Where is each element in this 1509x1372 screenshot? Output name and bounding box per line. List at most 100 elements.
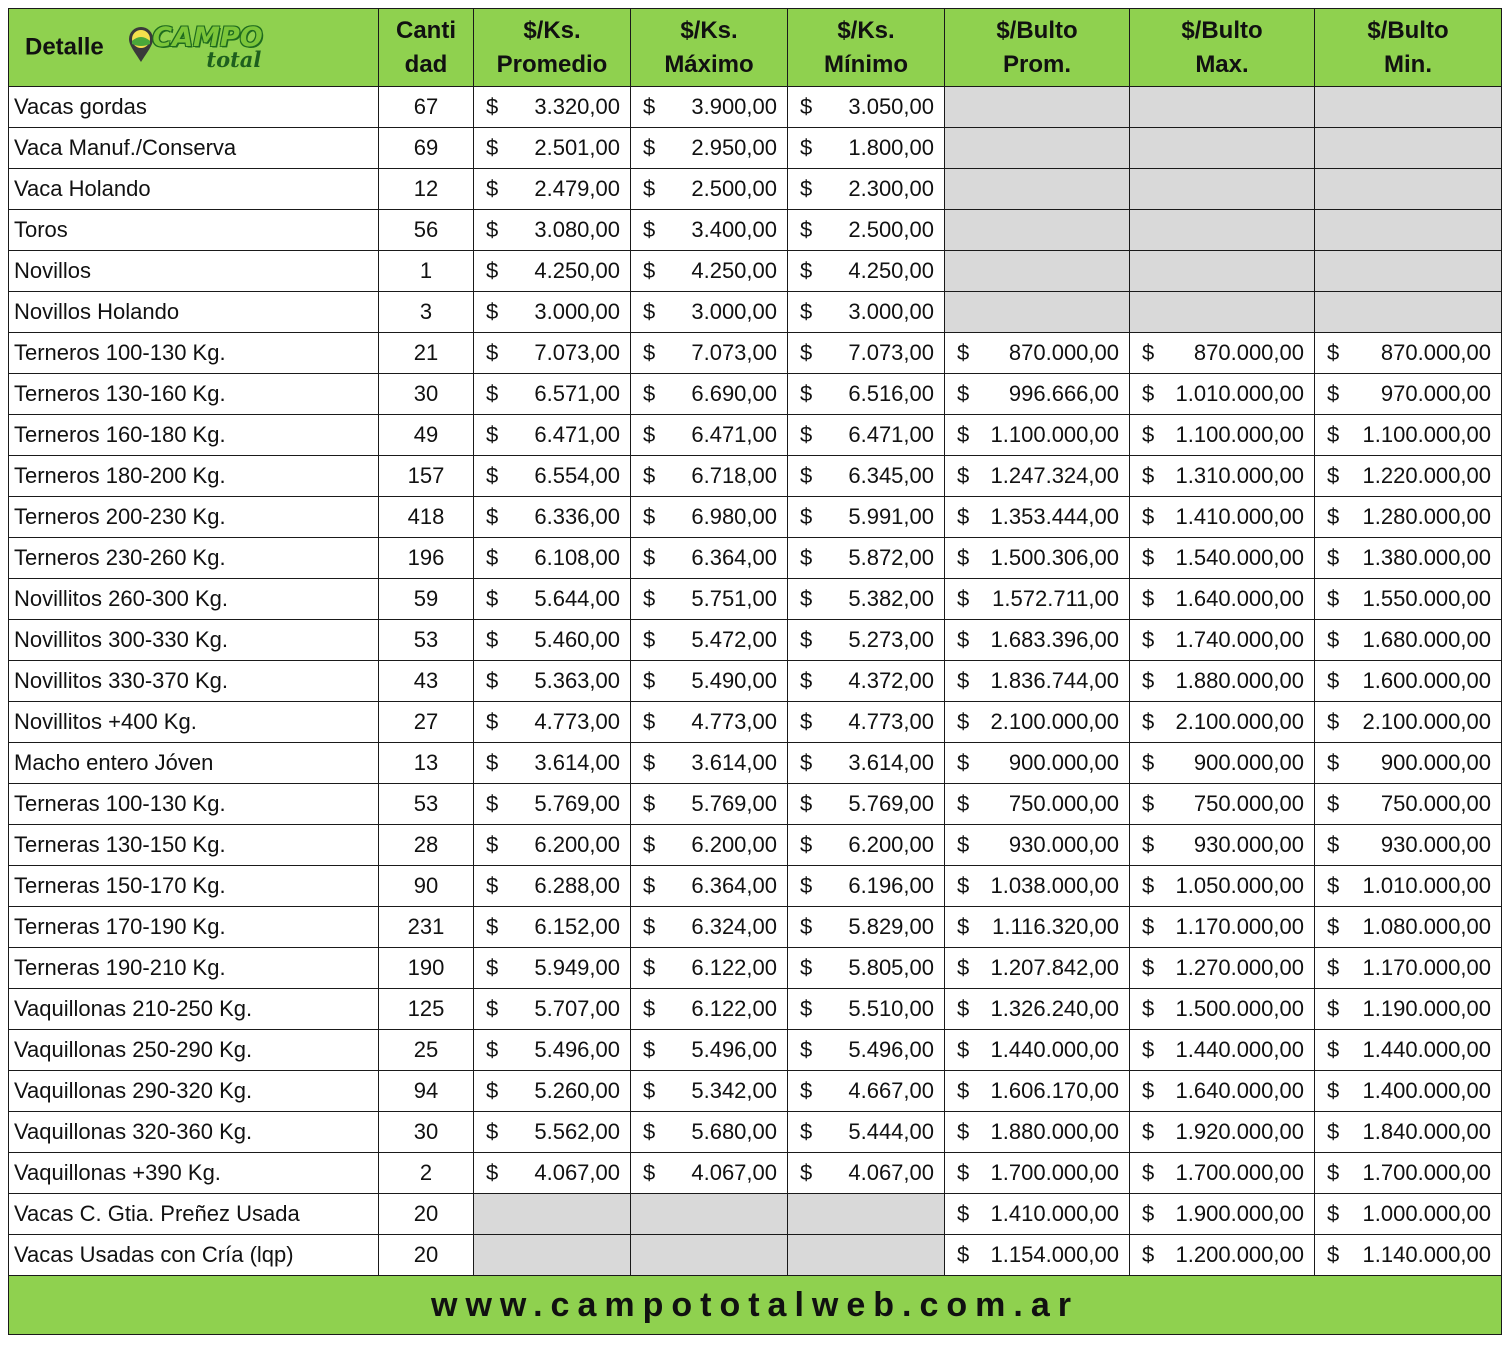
currency-symbol: $ (1142, 381, 1155, 406)
amount-value: 1.840.000,00 (1362, 1119, 1491, 1144)
currency-symbol: $ (486, 94, 499, 119)
cell-bulto-min: $1.080.000,00 (1314, 906, 1502, 948)
currency-symbol: $ (1142, 627, 1155, 652)
cell-bulto-max: $1.440.000,00 (1129, 1029, 1315, 1071)
cell-ks-minimo: $5.510,00 (787, 988, 945, 1030)
amount-value: 900.000,00 (1008, 750, 1119, 775)
currency-symbol: $ (643, 422, 656, 447)
table-row: Terneros 160-180 Kg. 49 $6.471,00 $6.471,00… (8, 414, 1502, 456)
amount-value: 3.900,00 (691, 94, 777, 119)
cell-ks-minimo: $3.000,00 (787, 291, 945, 333)
currency-symbol: $ (957, 832, 970, 857)
amount-value: 1.800,00 (848, 135, 934, 160)
cell-cantidad: 3 (378, 291, 474, 333)
cell-bulto-prom: $1.326.240,00 (944, 988, 1130, 1030)
currency-symbol: $ (1142, 1119, 1155, 1144)
currency-symbol: $ (486, 545, 499, 570)
currency-symbol: $ (1142, 791, 1155, 816)
cell-ks-minimo: $4.773,00 (787, 701, 945, 743)
amount-value: 4.773,00 (848, 709, 934, 734)
cell-ks-maximo: $4.250,00 (630, 250, 788, 292)
amount-value: 1.410.000,00 (990, 1201, 1119, 1226)
cell-detalle: Vacas Usadas con Cría (lqp) (8, 1234, 379, 1276)
currency-symbol: $ (1142, 996, 1155, 1021)
cell-bulto-max-empty (1129, 250, 1315, 292)
currency-symbol: $ (800, 709, 813, 734)
cell-cantidad: 28 (378, 824, 474, 866)
currency-symbol: $ (1327, 914, 1340, 939)
table-row: Terneras 190-210 Kg. 190 $5.949,00 $6.122,0… (8, 947, 1502, 989)
cell-ks-maximo: $6.364,00 (630, 865, 788, 907)
currency-symbol: $ (1142, 1201, 1155, 1226)
cell-ks-minimo: $5.382,00 (787, 578, 945, 620)
header-detalle-label: Detalle (25, 32, 104, 60)
cell-bulto-prom: $930.000,00 (944, 824, 1130, 866)
header-cantidad: Canti dad (378, 8, 474, 87)
header-bulto-min: $/Bulto Min. (1314, 8, 1502, 87)
currency-symbol: $ (1327, 1119, 1340, 1144)
amount-value: 2.100.000,00 (990, 709, 1119, 734)
cell-cantidad: 59 (378, 578, 474, 620)
amount-value: 1.010.000,00 (1175, 381, 1304, 406)
amount-value: 5.460,00 (534, 627, 620, 652)
cell-bulto-max: $930.000,00 (1129, 824, 1315, 866)
cell-bulto-prom: $1.207.842,00 (944, 947, 1130, 989)
cell-bulto-max: $750.000,00 (1129, 783, 1315, 825)
amount-value: 1.600.000,00 (1362, 668, 1491, 693)
cell-bulto-max-empty (1129, 86, 1315, 128)
table-row: Novillitos 260-300 Kg. 59 $5.644,00 $5.751,… (8, 578, 1502, 620)
cell-cantidad: 12 (378, 168, 474, 210)
amount-value: 6.200,00 (848, 832, 934, 857)
cell-detalle: Novillos Holando (8, 291, 379, 333)
cell-bulto-min-empty (1314, 168, 1502, 210)
table-row: Terneras 150-170 Kg. 90 $6.288,00 $6.364,00… (8, 865, 1502, 907)
amount-value: 3.614,00 (848, 750, 934, 775)
table-row: Vaquillonas +390 Kg. 2 $4.067,00 $4.067,00 $… (8, 1152, 1502, 1194)
amount-value: 1.170.000,00 (1362, 955, 1491, 980)
cell-ks-minimo: $1.800,00 (787, 127, 945, 169)
cell-ks-minimo: $6.471,00 (787, 414, 945, 456)
currency-symbol: $ (1327, 381, 1340, 406)
amount-value: 5.273,00 (848, 627, 934, 652)
currency-symbol: $ (643, 545, 656, 570)
currency-symbol: $ (486, 955, 499, 980)
cell-ks-promedio: $3.000,00 (473, 291, 631, 333)
cell-ks-maximo: $3.400,00 (630, 209, 788, 251)
amount-value: 6.554,00 (534, 463, 620, 488)
cell-detalle: Vacas gordas (8, 86, 379, 128)
cell-detalle: Terneras 100-130 Kg. (8, 783, 379, 825)
amount-value: 4.250,00 (534, 258, 620, 283)
currency-symbol: $ (486, 217, 499, 242)
currency-symbol: $ (643, 668, 656, 693)
currency-symbol: $ (486, 463, 499, 488)
currency-symbol: $ (800, 1160, 813, 1185)
cell-detalle: Vacas C. Gtia. Preñez Usada (8, 1193, 379, 1235)
cell-ks-maximo: $6.122,00 (630, 947, 788, 989)
cell-ks-maximo: $5.680,00 (630, 1111, 788, 1153)
cell-bulto-min: $1.440.000,00 (1314, 1029, 1502, 1071)
currency-symbol: $ (643, 1037, 656, 1062)
cell-cantidad: 157 (378, 455, 474, 497)
cell-bulto-min-empty (1314, 209, 1502, 251)
cell-bulto-max: $1.900.000,00 (1129, 1193, 1315, 1235)
currency-symbol: $ (800, 668, 813, 693)
amount-value: 5.751,00 (691, 586, 777, 611)
cell-bulto-max: $1.170.000,00 (1129, 906, 1315, 948)
cell-bulto-min: $1.190.000,00 (1314, 988, 1502, 1030)
currency-symbol: $ (957, 1119, 970, 1144)
cell-bulto-prom: $1.247.324,00 (944, 455, 1130, 497)
amount-value: 6.690,00 (691, 381, 777, 406)
amount-value: 4.067,00 (691, 1160, 777, 1185)
amount-value: 2.500,00 (691, 176, 777, 201)
amount-value: 5.444,00 (848, 1119, 934, 1144)
amount-value: 4.250,00 (691, 258, 777, 283)
cell-cantidad: 53 (378, 783, 474, 825)
amount-value: 3.320,00 (534, 94, 620, 119)
cell-ks-minimo: $2.300,00 (787, 168, 945, 210)
currency-symbol: $ (486, 504, 499, 529)
cell-bulto-prom: $1.116.320,00 (944, 906, 1130, 948)
cell-cantidad: 2 (378, 1152, 474, 1194)
amount-value: 5.769,00 (848, 791, 934, 816)
table-row: Novillos Holando 3 $3.000,00 $3.000,00 $3.00… (8, 291, 1502, 333)
amount-value: 3.614,00 (534, 750, 620, 775)
